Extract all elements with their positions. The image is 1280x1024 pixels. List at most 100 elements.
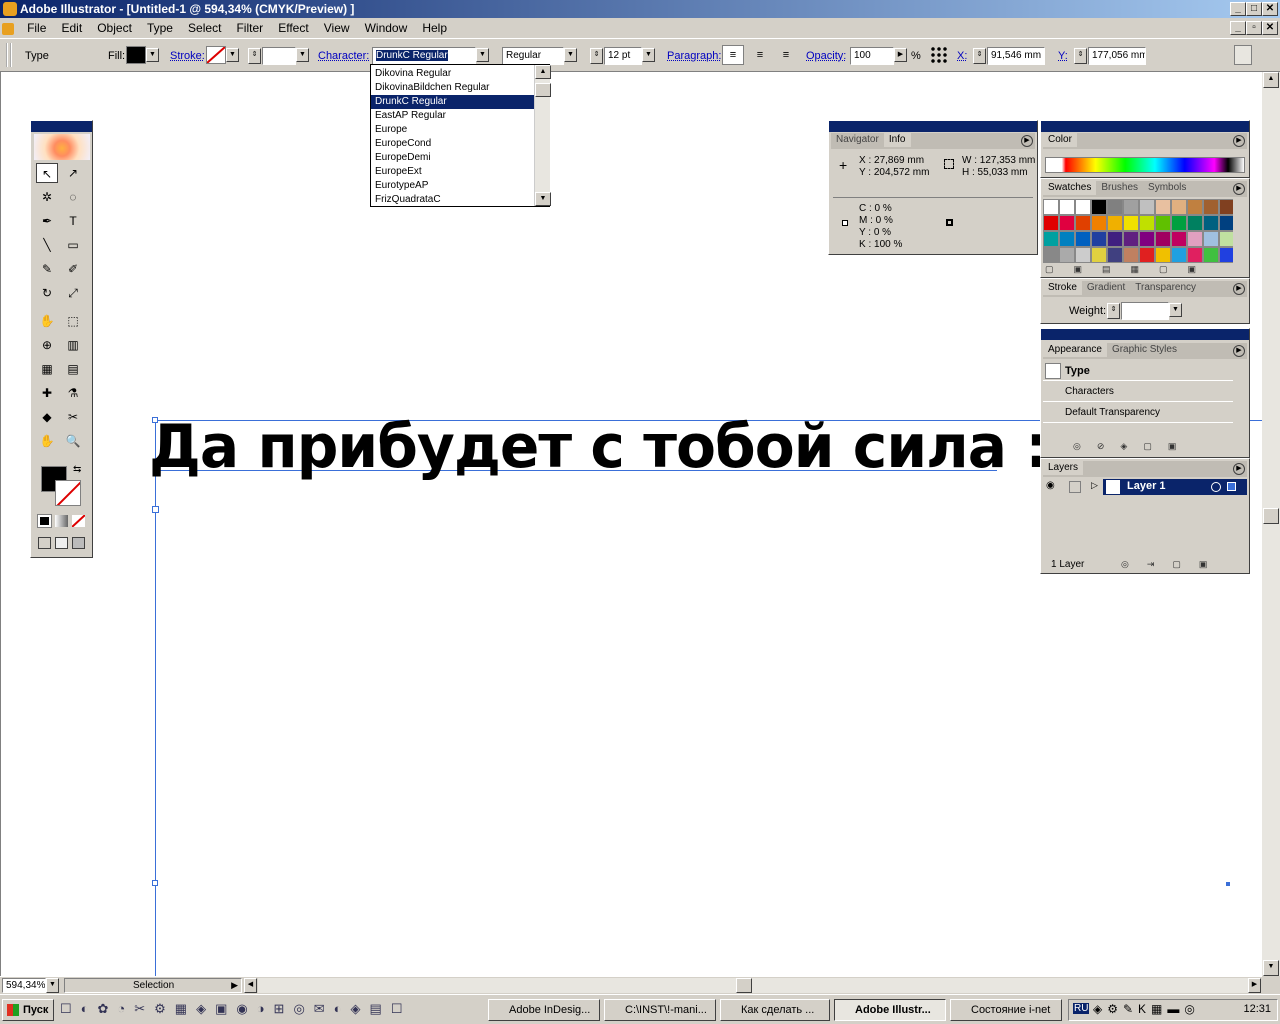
- swatch[interactable]: [1059, 247, 1075, 263]
- rectangle-tool-icon[interactable]: ▭: [62, 235, 84, 255]
- opacity-dropdown[interactable]: ▶: [894, 48, 907, 62]
- screen-mode-full[interactable]: [72, 537, 85, 549]
- stroke-color-box[interactable]: [55, 480, 81, 506]
- font-list-item[interactable]: EuropeCond: [371, 137, 534, 151]
- menu-file[interactable]: File: [21, 18, 52, 38]
- swatch[interactable]: [1139, 231, 1155, 247]
- swatch[interactable]: [1171, 199, 1187, 215]
- tab-transparency[interactable]: Transparency: [1130, 281, 1201, 295]
- swatch[interactable]: [1075, 247, 1091, 263]
- appearance-characters-row[interactable]: Characters: [1043, 382, 1233, 402]
- lasso-tool-icon[interactable]: ◌: [62, 187, 84, 207]
- tools-panel-header[interactable]: [31, 121, 92, 132]
- horizontal-scroll-track[interactable]: [258, 978, 1248, 993]
- swatch[interactable]: [1155, 199, 1171, 215]
- scroll-up-button[interactable]: ▲: [535, 65, 551, 79]
- menu-select[interactable]: Select: [182, 18, 227, 38]
- x-field[interactable]: 91,546 mm: [987, 47, 1045, 65]
- swatch[interactable]: [1187, 215, 1203, 231]
- y-stepper[interactable]: ⇕: [1074, 48, 1087, 64]
- font-list-item[interactable]: EastAP Regular: [371, 109, 534, 123]
- blend-tool-icon[interactable]: ⚗: [62, 383, 84, 403]
- color-mode-button[interactable]: [37, 514, 52, 528]
- scroll-down-button[interactable]: ▼: [1263, 960, 1279, 976]
- none-mode-button[interactable]: [72, 515, 85, 527]
- swatch[interactable]: [1203, 215, 1219, 231]
- panel-menu-icon[interactable]: ▶: [1233, 345, 1245, 357]
- swatch[interactable]: [1107, 231, 1123, 247]
- line-tool-icon[interactable]: ╲: [36, 235, 58, 255]
- swatch[interactable]: [1155, 247, 1171, 263]
- font-list-item[interactable]: Dikovina Regular: [371, 67, 534, 81]
- swatch[interactable]: [1139, 247, 1155, 263]
- swatch[interactable]: [1059, 215, 1075, 231]
- tab-stroke[interactable]: Stroke: [1043, 281, 1082, 295]
- paintbrush-tool-icon[interactable]: ✎: [36, 259, 58, 279]
- panel-menu-icon[interactable]: ▶: [1021, 135, 1033, 147]
- status-arrow-icon[interactable]: ▶: [231, 979, 238, 992]
- opacity-field[interactable]: 100: [850, 47, 894, 65]
- tab-symbols[interactable]: Symbols: [1143, 181, 1191, 195]
- font-list-item[interactable]: EuropeExt: [371, 165, 534, 179]
- hand-tool-icon[interactable]: ✋: [36, 431, 58, 451]
- canvas-text[interactable]: Да прибудет с тобой сила :): [149, 407, 1074, 487]
- stroke-dropdown[interactable]: ▼: [226, 48, 239, 62]
- font-size-dropdown[interactable]: ▼: [642, 48, 655, 62]
- palette-menu-icon[interactable]: [1234, 45, 1252, 65]
- font-size-field[interactable]: 12 pt: [604, 47, 642, 65]
- task-inet[interactable]: Состояние i-net: [950, 999, 1062, 1021]
- swatch[interactable]: [1187, 247, 1203, 263]
- color-spectrum[interactable]: [1045, 157, 1245, 173]
- swatch[interactable]: [1043, 199, 1059, 215]
- swatch[interactable]: [1219, 247, 1233, 263]
- zoom-dropdown[interactable]: ▼: [46, 978, 59, 993]
- panel-menu-icon[interactable]: ▶: [1233, 135, 1245, 147]
- font-size-stepper[interactable]: ⇕: [590, 48, 603, 64]
- align-left-button[interactable]: ≡: [722, 45, 744, 65]
- scroll-up-button[interactable]: ▲: [1263, 72, 1279, 88]
- font-family-field[interactable]: DrunkC Regular: [372, 47, 476, 65]
- swatch[interactable]: [1107, 247, 1123, 263]
- tab-brushes[interactable]: Brushes: [1096, 181, 1143, 195]
- selection-tool-icon[interactable]: ↖: [36, 163, 58, 183]
- swatch[interactable]: [1219, 215, 1233, 231]
- fill-dropdown[interactable]: ▼: [146, 48, 159, 62]
- align-center-button[interactable]: ≡: [750, 45, 770, 65]
- appearance-type-row[interactable]: Type: [1043, 361, 1233, 381]
- swatch[interactable]: [1219, 199, 1233, 215]
- menu-type[interactable]: Type: [141, 18, 179, 38]
- panel-menu-icon[interactable]: ▶: [1233, 183, 1245, 195]
- swatch[interactable]: [1187, 231, 1203, 247]
- appearance-panel-header[interactable]: [1041, 329, 1249, 340]
- anchor-point[interactable]: [1226, 882, 1230, 886]
- doc-close-button[interactable]: ✕: [1262, 21, 1278, 35]
- font-list-item[interactable]: EuropeDemi: [371, 151, 534, 165]
- scroll-left-button[interactable]: ◀: [244, 978, 257, 993]
- scroll-down-button[interactable]: ▼: [535, 192, 551, 206]
- swatch[interactable]: [1219, 231, 1233, 247]
- vertical-scroll-thumb[interactable]: [1263, 508, 1279, 524]
- expand-triangle-icon[interactable]: ▷: [1091, 480, 1098, 491]
- swatch[interactable]: [1203, 247, 1219, 263]
- swatch[interactable]: [1107, 199, 1123, 215]
- pencil-tool-icon[interactable]: ✐: [62, 259, 84, 279]
- character-label[interactable]: Character:: [318, 49, 369, 63]
- language-indicator[interactable]: RU: [1073, 1003, 1090, 1014]
- font-style-dropdown[interactable]: ▼: [564, 48, 577, 62]
- minimize-button[interactable]: _: [1230, 2, 1246, 16]
- swatch[interactable]: [1123, 199, 1139, 215]
- doc-restore-button[interactable]: ▫: [1246, 21, 1262, 35]
- swap-colors-icon[interactable]: ⇆: [73, 464, 81, 475]
- swatch[interactable]: [1171, 247, 1187, 263]
- opacity-label[interactable]: Opacity:: [806, 49, 846, 63]
- symbol-sprayer-tool-icon[interactable]: ⊕: [36, 335, 58, 355]
- swatch[interactable]: [1043, 215, 1059, 231]
- stroke-weight-stepper[interactable]: ⇕: [248, 48, 261, 64]
- menu-effect[interactable]: Effect: [272, 18, 314, 38]
- font-list-item[interactable]: Europe: [371, 123, 534, 137]
- swatch[interactable]: [1187, 199, 1203, 215]
- weight-field[interactable]: [1121, 302, 1169, 320]
- screen-mode-normal[interactable]: [38, 537, 51, 549]
- swatch[interactable]: [1171, 231, 1187, 247]
- swatch[interactable]: [1155, 215, 1171, 231]
